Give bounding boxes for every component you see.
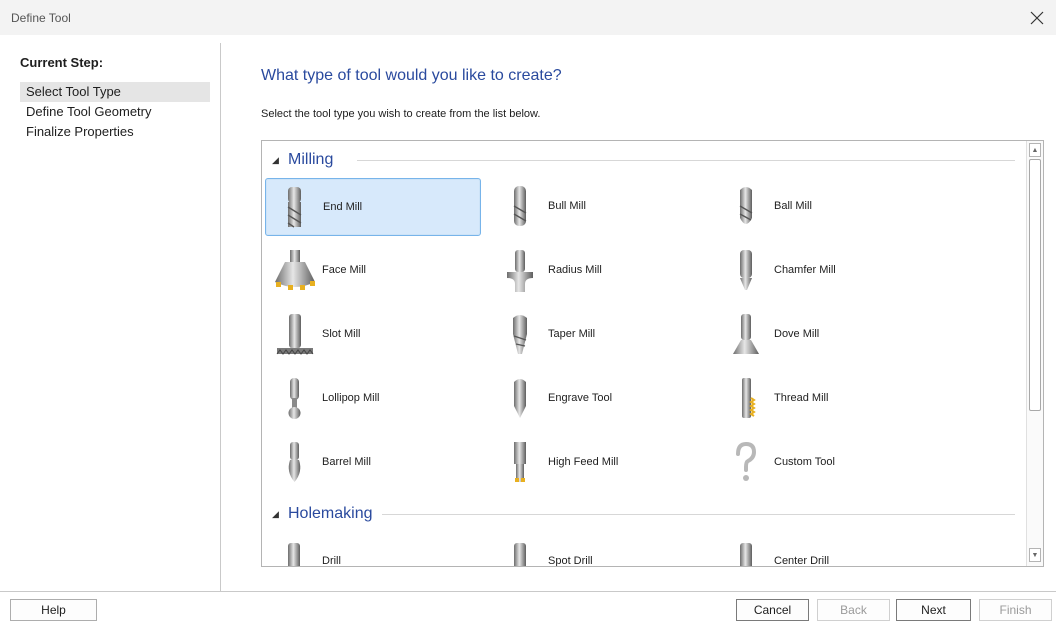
tool-label: Bull Mill [548, 200, 586, 212]
close-button[interactable] [1024, 6, 1050, 30]
step-select-tool-type[interactable]: Select Tool Type [20, 82, 210, 102]
tool-radius-mill[interactable]: Radius Mill [491, 242, 707, 300]
arrow-down-icon: ▼ [1031, 551, 1039, 559]
ball-mill-icon [739, 187, 753, 224]
window-title: Define Tool [11, 11, 71, 25]
group-name: Milling [288, 151, 334, 168]
tool-label: Lollipop Mill [322, 392, 380, 404]
close-icon [1030, 11, 1044, 25]
taper-mill-icon [513, 315, 527, 354]
spot-drill-icon [514, 543, 526, 566]
tool-barrel-mill[interactable]: Barrel Mill [265, 434, 481, 492]
next-button[interactable]: Next [896, 599, 971, 621]
current-step-heading: Current Step: [20, 55, 104, 70]
tool-label: Engrave Tool [548, 392, 613, 404]
group-divider [357, 160, 1015, 161]
tool-thread-mill[interactable]: Thread Mill [717, 370, 933, 428]
tool-end-mill[interactable]: End Mill [265, 178, 481, 236]
cancel-button[interactable]: Cancel [736, 599, 809, 621]
center-drill-icon [740, 543, 752, 566]
tool-label: Barrel Mill [322, 456, 371, 468]
tool-type-list[interactable]: ◢ Milling End Mill Bull Mill Ball Mill F… [261, 140, 1044, 567]
tool-label: End Mill [323, 201, 363, 213]
tool-dove-mill[interactable]: Dove Mill [717, 306, 933, 364]
vertical-scrollbar[interactable]: ▲ ▼ [1026, 141, 1043, 566]
custom-tool-icon [736, 441, 757, 481]
tool-slot-mill[interactable]: Slot Mill [265, 306, 481, 364]
tool-face-mill[interactable]: Face Mill [265, 242, 481, 300]
lollipop-mill-icon [288, 378, 301, 419]
bull-mill-icon [513, 186, 527, 226]
thread-mill-icon [742, 378, 756, 418]
scrollbar-thumb[interactable] [1029, 159, 1041, 411]
chamfer-mill-icon [740, 250, 752, 290]
tool-label: High Feed Mill [548, 456, 619, 468]
tool-center-drill[interactable]: Center Drill [717, 533, 933, 567]
help-button[interactable]: Help [10, 599, 97, 621]
step-finalize-properties[interactable]: Finalize Properties [20, 122, 210, 142]
tool-label: Chamfer Mill [774, 264, 836, 276]
scroll-down-button[interactable]: ▼ [1029, 548, 1041, 562]
wizard-steps-panel: Current Step: Select Tool Type Define To… [0, 43, 221, 591]
page-instructions: Select the tool type you wish to create … [261, 108, 541, 120]
tool-bull-mill[interactable]: Bull Mill [491, 178, 707, 236]
tool-taper-mill[interactable]: Taper Mill [491, 306, 707, 364]
tool-chamfer-mill[interactable]: Chamfer Mill [717, 242, 933, 300]
barrel-mill-icon [288, 442, 301, 482]
tool-label: Face Mill [322, 264, 367, 276]
finish-button[interactable]: Finish [979, 599, 1052, 621]
tool-label: Custom Tool [774, 456, 835, 468]
tool-label: Thread Mill [774, 392, 829, 404]
group-divider [382, 514, 1015, 515]
slot-mill-icon [276, 314, 314, 355]
end-mill-icon [287, 187, 302, 228]
tool-engrave-tool[interactable]: Engrave Tool [491, 370, 707, 428]
collapse-triangle-icon: ◢ [272, 154, 279, 165]
scroll-up-button[interactable]: ▲ [1029, 143, 1041, 157]
tool-label: Radius Mill [548, 264, 602, 276]
group-header-milling[interactable]: ◢ Milling [272, 149, 333, 171]
engrave-tool-icon [514, 379, 526, 418]
face-mill-icon [275, 250, 315, 290]
collapse-triangle-icon: ◢ [272, 508, 279, 519]
tool-high-feed-mill[interactable]: High Feed Mill [491, 434, 707, 492]
drill-icon [288, 543, 300, 566]
tool-custom-tool[interactable]: Custom Tool [717, 434, 933, 492]
arrow-up-icon: ▲ [1031, 146, 1039, 154]
tool-label: Spot Drill [548, 555, 593, 567]
high-feed-mill-icon [514, 442, 526, 482]
tool-spot-drill[interactable]: Spot Drill [491, 533, 707, 567]
tool-label: Slot Mill [322, 328, 361, 340]
tool-label: Drill [322, 555, 341, 567]
tool-label: Dove Mill [774, 328, 820, 340]
dove-mill-icon [733, 314, 759, 354]
page-title: What type of tool would you like to crea… [261, 67, 562, 84]
radius-mill-icon [507, 250, 533, 292]
step-label: Select Tool Type [26, 84, 121, 99]
tool-ball-mill[interactable]: Ball Mill [717, 178, 933, 236]
tool-label: Ball Mill [774, 200, 812, 212]
tool-label: Center Drill [774, 555, 830, 567]
tool-drill[interactable]: Drill [265, 533, 481, 567]
back-button[interactable]: Back [817, 599, 890, 621]
title-bar: Define Tool [0, 0, 1056, 35]
footer-divider [0, 591, 1056, 592]
step-label: Finalize Properties [26, 124, 134, 139]
tool-label: Taper Mill [548, 328, 596, 340]
step-label: Define Tool Geometry [26, 104, 152, 119]
group-name: Holemaking [288, 505, 373, 522]
tool-lollipop-mill[interactable]: Lollipop Mill [265, 370, 481, 428]
step-define-tool-geometry[interactable]: Define Tool Geometry [20, 102, 210, 122]
group-header-holemaking[interactable]: ◢ Holemaking [272, 503, 372, 525]
